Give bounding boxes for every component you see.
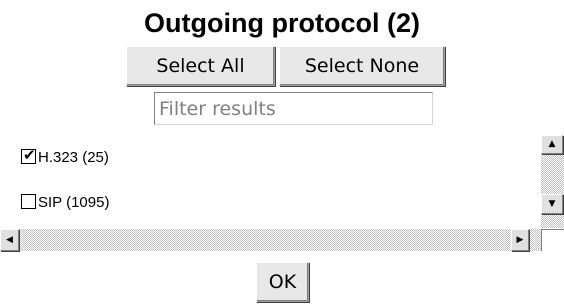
protocol-filter-dialog: Outgoing protocol (2) Select All Select … <box>0 0 564 307</box>
vertical-scrollbar[interactable]: ▲ ▼ <box>541 135 564 228</box>
select-none-button[interactable]: Select None <box>279 46 445 86</box>
select-all-button[interactable]: Select All <box>126 46 275 86</box>
list-item-sip[interactable]: SIP (1095) <box>21 188 109 214</box>
scroll-left-icon[interactable]: ◀ <box>0 229 19 251</box>
checkbox-sip[interactable] <box>21 193 36 209</box>
horizontal-scrollbar[interactable]: ◀ ▶ <box>0 229 541 251</box>
dialog-title: Outgoing protocol (2) <box>144 8 420 38</box>
protocol-list: ✔ H.323 (25) SIP (1095) <box>13 135 543 223</box>
filter-results-input[interactable] <box>154 92 433 125</box>
scroll-up-icon[interactable]: ▲ <box>541 135 563 154</box>
scroll-right-icon[interactable]: ▶ <box>511 229 529 251</box>
list-item-label: SIP (1095) <box>38 194 110 211</box>
check-icon: ✔ <box>23 145 36 164</box>
checkbox-h323[interactable]: ✔ <box>21 145 36 164</box>
list-item-h323[interactable]: ✔ H.323 (25) <box>21 143 109 169</box>
ok-button[interactable]: OK <box>256 262 309 302</box>
list-item-label: H.323 (25) <box>38 149 109 166</box>
scroll-down-icon[interactable]: ▼ <box>541 194 563 214</box>
scrollbar-corner <box>541 229 564 251</box>
